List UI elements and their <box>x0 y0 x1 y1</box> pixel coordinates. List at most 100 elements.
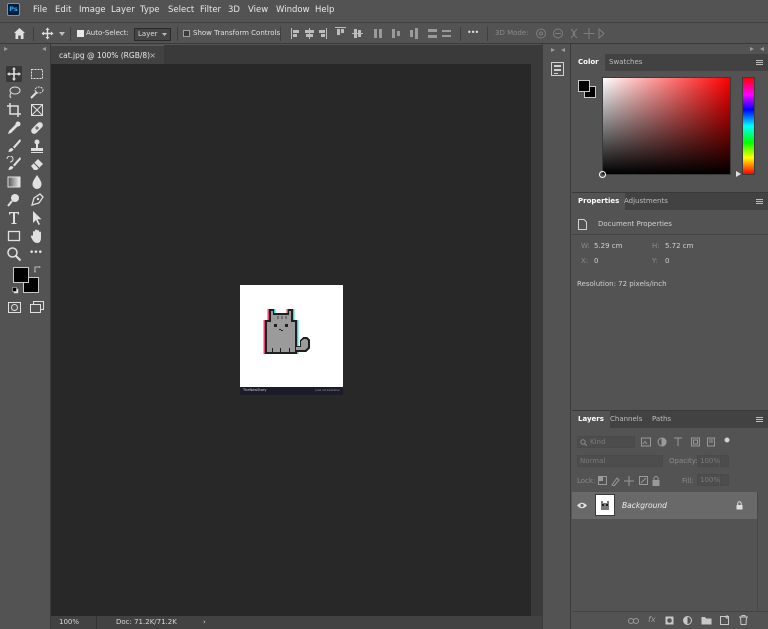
eyedropper-tool-icon[interactable] <box>6 120 22 136</box>
hue-slider-handle-icon[interactable] <box>736 171 741 177</box>
edit-toolbar-button[interactable]: ••• <box>29 248 43 258</box>
history-panel-icon[interactable] <box>551 62 564 76</box>
menu-type[interactable]: Type <box>140 5 160 15</box>
menu-help[interactable]: Help <box>315 5 334 15</box>
tab-color[interactable]: Color <box>572 54 605 71</box>
width-value[interactable]: 5.29 cm <box>594 242 622 250</box>
distribute-buttons-icon[interactable] <box>374 27 452 40</box>
clone-stamp-tool-icon[interactable] <box>29 138 45 154</box>
menu-file[interactable]: File <box>33 5 47 15</box>
more-options-button[interactable]: ••• <box>467 28 479 37</box>
vertical-scrollbar[interactable] <box>531 64 542 616</box>
document-image[interactable]: TheNewStory pixel cat illustration <box>240 285 343 395</box>
photoshop-logo-icon: Ps <box>7 3 20 16</box>
fill-slider-button[interactable] <box>720 474 729 486</box>
pixel-cat-artwork <box>263 309 310 354</box>
add-mask-icon[interactable] <box>665 616 674 625</box>
menu-3d[interactable]: 3D <box>228 5 240 15</box>
crop-tool-icon[interactable] <box>6 102 22 118</box>
opacity-slider-button[interactable] <box>720 455 729 467</box>
lasso-tool-icon[interactable] <box>6 84 22 100</box>
zoom-level[interactable]: 100% <box>59 616 79 629</box>
eraser-tool-icon[interactable] <box>29 156 45 172</box>
type-tool-icon[interactable] <box>6 210 22 226</box>
menu-select[interactable]: Select <box>168 5 194 15</box>
home-icon[interactable] <box>13 27 26 40</box>
dodge-tool-icon[interactable] <box>6 192 22 208</box>
panel-collapse-icon[interactable] <box>750 47 764 51</box>
color-field[interactable] <box>599 77 731 178</box>
x-label: X: <box>581 257 589 265</box>
eye-icon[interactable] <box>577 502 587 509</box>
menu-window[interactable]: Window <box>276 5 310 15</box>
gradient-tool-icon[interactable] <box>6 174 22 190</box>
healing-brush-tool-icon[interactable] <box>29 120 45 136</box>
document-tab[interactable]: cat.jpg @ 100% (RGB/8) × <box>51 45 164 64</box>
close-tab-button[interactable]: × <box>149 46 156 65</box>
screen-mode-icon[interactable] <box>30 301 44 313</box>
foreground-color-swatch[interactable] <box>578 80 590 92</box>
move-tool-icon[interactable] <box>6 66 22 82</box>
canvas-area[interactable]: TheNewStory pixel cat illustration <box>51 64 542 616</box>
status-menu-arrow[interactable]: › <box>203 616 206 629</box>
opacity-field[interactable]: 100% <box>697 455 720 467</box>
new-group-icon[interactable] <box>701 616 712 625</box>
path-selection-tool-icon[interactable] <box>29 210 45 226</box>
delete-layer-icon[interactable] <box>739 615 748 625</box>
x-value[interactable]: 0 <box>594 257 598 265</box>
pen-tool-icon[interactable] <box>29 192 45 208</box>
layers-panel-menu-icon[interactable] <box>756 417 763 422</box>
quick-selection-tool-icon[interactable] <box>29 84 45 100</box>
menu-image[interactable]: Image <box>79 5 106 15</box>
tab-adjustments[interactable]: Adjustments <box>618 193 674 210</box>
quick-mask-icon[interactable] <box>8 302 21 313</box>
chevron-down-icon[interactable] <box>59 32 65 36</box>
marquee-tool-icon[interactable] <box>29 66 45 82</box>
menu-layer[interactable]: Layer <box>111 5 135 15</box>
auto-select-target-dropdown[interactable]: Layer <box>134 28 171 41</box>
move-tool-icon[interactable] <box>41 27 54 40</box>
color-picker-ring[interactable] <box>599 171 606 178</box>
layer-name[interactable]: Background <box>622 501 667 510</box>
link-layers-icon[interactable] <box>628 617 639 625</box>
layer-filter-dropdown[interactable]: Kind <box>577 436 635 448</box>
panel-collapse-icon[interactable] <box>551 48 565 52</box>
menu-view[interactable]: View <box>248 5 268 15</box>
blend-mode-dropdown[interactable]: Normal <box>577 455 663 467</box>
blur-tool-icon[interactable] <box>29 174 45 190</box>
menu-edit[interactable]: Edit <box>55 5 71 15</box>
add-layer-style-button[interactable]: fx <box>648 615 656 624</box>
swap-colors-icon[interactable] <box>34 266 41 273</box>
tab-channels[interactable]: Channels <box>604 411 648 428</box>
new-layer-icon[interactable] <box>720 615 730 625</box>
align-buttons-icon[interactable] <box>291 27 369 40</box>
zoom-tool-icon[interactable] <box>6 246 22 262</box>
layer-filter-type-icons[interactable] <box>641 437 731 447</box>
y-label: Y: <box>652 257 658 265</box>
default-colors-icon[interactable] <box>12 287 19 294</box>
color-panel-menu-icon[interactable] <box>756 60 763 65</box>
brush-tool-icon[interactable] <box>6 138 22 154</box>
rectangle-tool-icon[interactable] <box>6 228 22 244</box>
lock-options-icons[interactable] <box>598 476 660 486</box>
tab-paths[interactable]: Paths <box>646 411 677 428</box>
hue-slider[interactable] <box>742 77 755 175</box>
height-value[interactable]: 5.72 cm <box>665 242 693 250</box>
fill-field[interactable]: 100% <box>697 474 720 486</box>
hand-tool-icon[interactable] <box>29 228 45 244</box>
layers-scrollbar[interactable] <box>757 492 768 610</box>
adjustment-layer-icon[interactable] <box>683 616 692 625</box>
frame-tool-icon[interactable] <box>29 102 45 118</box>
layer-row[interactable]: Background <box>572 492 757 519</box>
foreground-color-swatch[interactable] <box>13 267 29 283</box>
properties-panel-menu-icon[interactable] <box>756 199 763 204</box>
menu-filter[interactable]: Filter <box>200 5 221 15</box>
tab-swatches[interactable]: Swatches <box>603 54 648 71</box>
y-value[interactable]: 0 <box>665 257 669 265</box>
show-transform-checkbox[interactable] <box>183 30 190 37</box>
fill-label: Fill: <box>682 477 694 485</box>
panel-collapse-icon[interactable] <box>4 47 46 51</box>
auto-select-checkbox[interactable] <box>77 30 84 37</box>
3d-mode-tools-icon[interactable] <box>535 27 605 40</box>
history-brush-tool-icon[interactable] <box>6 156 22 172</box>
